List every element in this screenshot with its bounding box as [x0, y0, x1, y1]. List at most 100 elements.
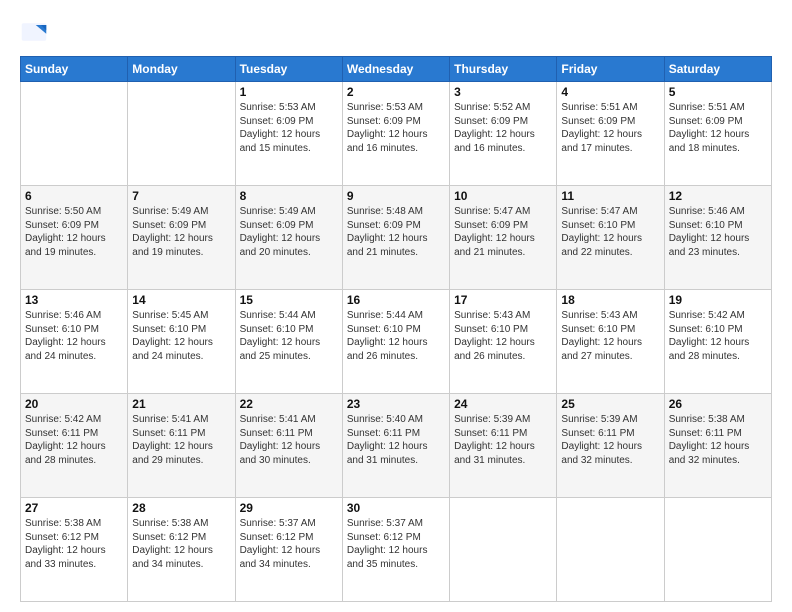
day-info: Sunrise: 5:50 AM Sunset: 6:09 PM Dayligh…	[25, 205, 123, 259]
day-info: Sunrise: 5:39 AM Sunset: 6:11 PM Dayligh…	[454, 413, 552, 467]
page-header	[20, 18, 772, 46]
calendar-cell: 22 Sunrise: 5:41 AM Sunset: 6:11 PM Dayli…	[235, 394, 342, 498]
calendar-cell: 28 Sunrise: 5:38 AM Sunset: 6:12 PM Dayli…	[128, 498, 235, 602]
day-info: Sunrise: 5:42 AM Sunset: 6:10 PM Dayligh…	[669, 309, 767, 363]
day-info: Sunrise: 5:51 AM Sunset: 6:09 PM Dayligh…	[669, 101, 767, 155]
calendar-cell	[450, 498, 557, 602]
calendar-cell: 19 Sunrise: 5:42 AM Sunset: 6:10 PM Dayli…	[664, 290, 771, 394]
day-info: Sunrise: 5:38 AM Sunset: 6:12 PM Dayligh…	[25, 517, 123, 571]
calendar-cell: 3 Sunrise: 5:52 AM Sunset: 6:09 PM Daylig…	[450, 82, 557, 186]
weekday-header-friday: Friday	[557, 57, 664, 82]
calendar-cell	[664, 498, 771, 602]
calendar-cell: 11 Sunrise: 5:47 AM Sunset: 6:10 PM Dayli…	[557, 186, 664, 290]
day-number: 3	[454, 85, 552, 99]
day-info: Sunrise: 5:41 AM Sunset: 6:11 PM Dayligh…	[240, 413, 338, 467]
day-number: 7	[132, 189, 230, 203]
weekday-header-row: SundayMondayTuesdayWednesdayThursdayFrid…	[21, 57, 772, 82]
calendar-cell: 21 Sunrise: 5:41 AM Sunset: 6:11 PM Dayli…	[128, 394, 235, 498]
day-info: Sunrise: 5:41 AM Sunset: 6:11 PM Dayligh…	[132, 413, 230, 467]
day-info: Sunrise: 5:45 AM Sunset: 6:10 PM Dayligh…	[132, 309, 230, 363]
day-number: 14	[132, 293, 230, 307]
day-info: Sunrise: 5:49 AM Sunset: 6:09 PM Dayligh…	[132, 205, 230, 259]
calendar-week-row: 1 Sunrise: 5:53 AM Sunset: 6:09 PM Daylig…	[21, 82, 772, 186]
day-number: 24	[454, 397, 552, 411]
day-info: Sunrise: 5:46 AM Sunset: 6:10 PM Dayligh…	[669, 205, 767, 259]
day-number: 11	[561, 189, 659, 203]
calendar-cell: 27 Sunrise: 5:38 AM Sunset: 6:12 PM Dayli…	[21, 498, 128, 602]
day-info: Sunrise: 5:38 AM Sunset: 6:11 PM Dayligh…	[669, 413, 767, 467]
calendar-cell: 18 Sunrise: 5:43 AM Sunset: 6:10 PM Dayli…	[557, 290, 664, 394]
day-number: 23	[347, 397, 445, 411]
calendar-cell: 4Sunrise: 5:51 AM Sunset: 6:09 PM Daylig…	[557, 82, 664, 186]
logo-icon	[20, 18, 48, 46]
day-number: 15	[240, 293, 338, 307]
day-number: 21	[132, 397, 230, 411]
day-info: Sunrise: 5:52 AM Sunset: 6:09 PM Dayligh…	[454, 101, 552, 155]
day-number: 5	[669, 85, 767, 99]
day-info: Sunrise: 5:42 AM Sunset: 6:11 PM Dayligh…	[25, 413, 123, 467]
calendar-cell: 5 Sunrise: 5:51 AM Sunset: 6:09 PM Daylig…	[664, 82, 771, 186]
calendar-table: SundayMondayTuesdayWednesdayThursdayFrid…	[20, 56, 772, 602]
weekday-header-sunday: Sunday	[21, 57, 128, 82]
calendar-week-row: 6 Sunrise: 5:50 AM Sunset: 6:09 PM Daylig…	[21, 186, 772, 290]
day-number: 19	[669, 293, 767, 307]
weekday-header-wednesday: Wednesday	[342, 57, 449, 82]
day-number: 2	[347, 85, 445, 99]
day-info: Sunrise: 5:40 AM Sunset: 6:11 PM Dayligh…	[347, 413, 445, 467]
calendar-cell: 13Sunrise: 5:46 AM Sunset: 6:10 PM Dayli…	[21, 290, 128, 394]
day-info: Sunrise: 5:43 AM Sunset: 6:10 PM Dayligh…	[561, 309, 659, 363]
day-info: Sunrise: 5:51 AM Sunset: 6:09 PM Dayligh…	[561, 101, 659, 155]
calendar-cell: 6 Sunrise: 5:50 AM Sunset: 6:09 PM Daylig…	[21, 186, 128, 290]
calendar-cell: 8 Sunrise: 5:49 AM Sunset: 6:09 PM Daylig…	[235, 186, 342, 290]
day-info: Sunrise: 5:44 AM Sunset: 6:10 PM Dayligh…	[347, 309, 445, 363]
calendar-cell	[21, 82, 128, 186]
calendar-cell: 25Sunrise: 5:39 AM Sunset: 6:11 PM Dayli…	[557, 394, 664, 498]
calendar-cell	[557, 498, 664, 602]
calendar-week-row: 20 Sunrise: 5:42 AM Sunset: 6:11 PM Dayli…	[21, 394, 772, 498]
day-number: 9	[347, 189, 445, 203]
day-info: Sunrise: 5:39 AM Sunset: 6:11 PM Dayligh…	[561, 413, 659, 467]
day-number: 22	[240, 397, 338, 411]
day-info: Sunrise: 5:44 AM Sunset: 6:10 PM Dayligh…	[240, 309, 338, 363]
day-info: Sunrise: 5:37 AM Sunset: 6:12 PM Dayligh…	[347, 517, 445, 571]
day-info: Sunrise: 5:47 AM Sunset: 6:09 PM Dayligh…	[454, 205, 552, 259]
day-number: 20	[25, 397, 123, 411]
weekday-header-thursday: Thursday	[450, 57, 557, 82]
day-number: 29	[240, 501, 338, 515]
day-info: Sunrise: 5:46 AM Sunset: 6:10 PM Dayligh…	[25, 309, 123, 363]
day-number: 28	[132, 501, 230, 515]
calendar-cell: 17Sunrise: 5:43 AM Sunset: 6:10 PM Dayli…	[450, 290, 557, 394]
calendar-cell: 1 Sunrise: 5:53 AM Sunset: 6:09 PM Daylig…	[235, 82, 342, 186]
calendar-week-row: 13Sunrise: 5:46 AM Sunset: 6:10 PM Dayli…	[21, 290, 772, 394]
weekday-header-tuesday: Tuesday	[235, 57, 342, 82]
calendar-cell: 15 Sunrise: 5:44 AM Sunset: 6:10 PM Dayli…	[235, 290, 342, 394]
day-info: Sunrise: 5:53 AM Sunset: 6:09 PM Dayligh…	[240, 101, 338, 155]
calendar-cell: 14 Sunrise: 5:45 AM Sunset: 6:10 PM Dayli…	[128, 290, 235, 394]
calendar-cell	[128, 82, 235, 186]
day-info: Sunrise: 5:53 AM Sunset: 6:09 PM Dayligh…	[347, 101, 445, 155]
calendar-cell: 12 Sunrise: 5:46 AM Sunset: 6:10 PM Dayli…	[664, 186, 771, 290]
day-info: Sunrise: 5:38 AM Sunset: 6:12 PM Dayligh…	[132, 517, 230, 571]
day-number: 8	[240, 189, 338, 203]
calendar-cell: 20 Sunrise: 5:42 AM Sunset: 6:11 PM Dayli…	[21, 394, 128, 498]
day-number: 18	[561, 293, 659, 307]
calendar-cell: 7 Sunrise: 5:49 AM Sunset: 6:09 PM Daylig…	[128, 186, 235, 290]
day-number: 1	[240, 85, 338, 99]
calendar-cell: 30 Sunrise: 5:37 AM Sunset: 6:12 PM Dayli…	[342, 498, 449, 602]
day-number: 30	[347, 501, 445, 515]
day-number: 17	[454, 293, 552, 307]
logo	[20, 18, 52, 46]
day-info: Sunrise: 5:48 AM Sunset: 6:09 PM Dayligh…	[347, 205, 445, 259]
calendar-cell: 16Sunrise: 5:44 AM Sunset: 6:10 PM Dayli…	[342, 290, 449, 394]
calendar-cell: 9 Sunrise: 5:48 AM Sunset: 6:09 PM Daylig…	[342, 186, 449, 290]
day-number: 27	[25, 501, 123, 515]
day-number: 6	[25, 189, 123, 203]
day-info: Sunrise: 5:47 AM Sunset: 6:10 PM Dayligh…	[561, 205, 659, 259]
day-info: Sunrise: 5:49 AM Sunset: 6:09 PM Dayligh…	[240, 205, 338, 259]
calendar-cell: 23 Sunrise: 5:40 AM Sunset: 6:11 PM Dayli…	[342, 394, 449, 498]
day-number: 10	[454, 189, 552, 203]
calendar-cell: 2 Sunrise: 5:53 AM Sunset: 6:09 PM Daylig…	[342, 82, 449, 186]
day-number: 12	[669, 189, 767, 203]
calendar-cell: 26Sunrise: 5:38 AM Sunset: 6:11 PM Dayli…	[664, 394, 771, 498]
calendar-week-row: 27 Sunrise: 5:38 AM Sunset: 6:12 PM Dayli…	[21, 498, 772, 602]
